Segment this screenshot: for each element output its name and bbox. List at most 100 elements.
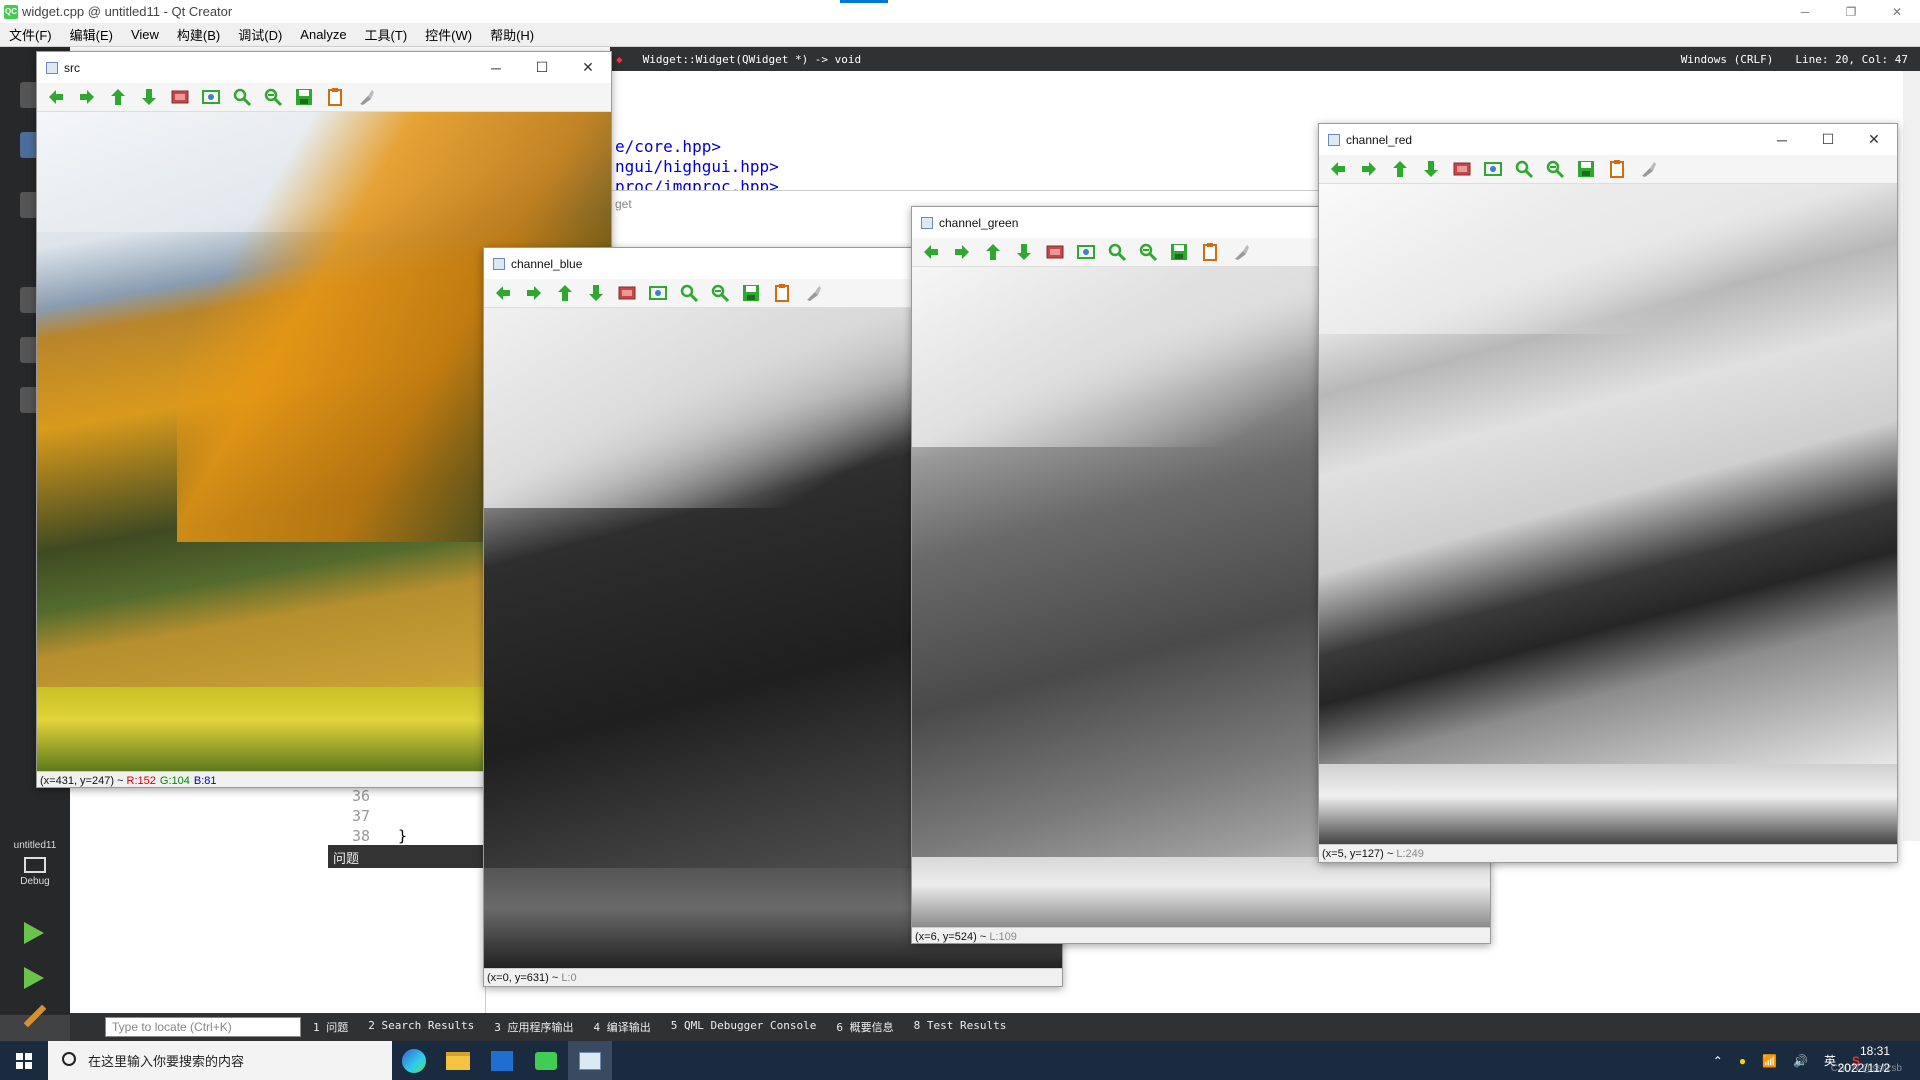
- pan-up-icon[interactable]: [105, 86, 130, 108]
- channel-red-window[interactable]: channel_red ─ ☐ ✕ (x=5, y=127) ~ L:249: [1318, 123, 1898, 863]
- zoom-in-icon[interactable]: [676, 282, 701, 304]
- pan-down-icon[interactable]: [136, 86, 161, 108]
- zoom-fit-icon[interactable]: [1073, 241, 1098, 263]
- src-titlebar[interactable]: src ─ ☐ ✕: [37, 52, 611, 83]
- menu-tools[interactable]: 工具(T): [356, 25, 417, 44]
- security-icon[interactable]: ●: [1739, 1054, 1746, 1068]
- zoom-out-icon[interactable]: [1542, 158, 1567, 180]
- windows-start-icon[interactable]: [16, 1053, 32, 1069]
- maximize-button[interactable]: ☐: [519, 52, 565, 83]
- save-icon[interactable]: [291, 86, 316, 108]
- pick-icon[interactable]: [353, 86, 378, 108]
- properties-icon[interactable]: [769, 282, 794, 304]
- pan-up-icon[interactable]: [980, 241, 1005, 263]
- window-icon: [46, 61, 58, 74]
- tab-compile-output[interactable]: 4 编译输出: [593, 1019, 650, 1035]
- taskbar-search[interactable]: 在这里输入你要搜索的内容: [48, 1041, 392, 1080]
- zoom-fit-icon[interactable]: [645, 282, 670, 304]
- menu-view[interactable]: View: [122, 27, 168, 42]
- pan-up-icon[interactable]: [552, 282, 577, 304]
- menu-controls[interactable]: 控件(W): [416, 25, 481, 44]
- zoom-out-icon[interactable]: [707, 282, 732, 304]
- minimize-button[interactable]: ─: [1759, 124, 1805, 155]
- tab-issues[interactable]: 1 问题: [313, 1019, 348, 1035]
- pick-icon[interactable]: [1228, 241, 1253, 263]
- volume-icon[interactable]: 🔊: [1793, 1054, 1808, 1068]
- properties-icon[interactable]: [1197, 241, 1222, 263]
- zoom-out-icon[interactable]: [1135, 241, 1160, 263]
- zoom-in-icon[interactable]: [229, 86, 254, 108]
- file-explorer-icon[interactable]: [436, 1041, 480, 1080]
- line-ending-selector[interactable]: Windows (CRLF): [1681, 53, 1774, 66]
- zoom-actual-icon[interactable]: [1449, 158, 1474, 180]
- pick-icon[interactable]: [1635, 158, 1660, 180]
- pan-down-icon[interactable]: [1418, 158, 1443, 180]
- pan-down-icon[interactable]: [1011, 241, 1036, 263]
- red-titlebar[interactable]: channel_red ─ ☐ ✕: [1319, 124, 1897, 155]
- locate-input[interactable]: Type to locate (Ctrl+K): [105, 1017, 301, 1037]
- zoom-fit-icon[interactable]: [1480, 158, 1505, 180]
- menu-debug[interactable]: 调试(D): [229, 25, 291, 44]
- close-button[interactable]: ✕: [1874, 0, 1920, 23]
- debug-run-icon[interactable]: [24, 967, 44, 989]
- code-line[interactable]: ngui/highgui.hpp>: [615, 157, 779, 176]
- menu-help[interactable]: 帮助(H): [481, 25, 543, 44]
- qt-creator-taskbar-icon[interactable]: [524, 1041, 568, 1080]
- tab-test-results[interactable]: 8 Test Results: [914, 1019, 1007, 1035]
- function-selector[interactable]: Widget::Widget(QWidget *) -> void: [643, 53, 862, 66]
- save-icon[interactable]: [1166, 241, 1191, 263]
- menu-edit[interactable]: 编辑(E): [61, 25, 122, 44]
- zoom-actual-icon[interactable]: [167, 86, 192, 108]
- tab-qml-debugger[interactable]: 5 QML Debugger Console: [671, 1019, 817, 1035]
- restore-button[interactable]: ❐: [1828, 0, 1874, 23]
- status-position: (x=5, y=127) ~: [1322, 847, 1394, 860]
- zoom-in-icon[interactable]: [1511, 158, 1536, 180]
- close-button[interactable]: ✕: [1851, 124, 1897, 155]
- zoom-out-icon[interactable]: [260, 86, 285, 108]
- code-line[interactable]: e/core.hpp>: [615, 137, 721, 156]
- tab-app-output[interactable]: 3 应用程序输出: [494, 1019, 573, 1035]
- highgui-taskbar-icon[interactable]: [568, 1041, 612, 1080]
- menu-build[interactable]: 构建(B): [168, 25, 229, 44]
- pan-left-icon[interactable]: [43, 86, 68, 108]
- menu-file[interactable]: 文件(F): [0, 25, 61, 44]
- properties-icon[interactable]: [1604, 158, 1629, 180]
- zoom-fit-icon[interactable]: [198, 86, 223, 108]
- tab-search-results[interactable]: 2 Search Results: [368, 1019, 474, 1035]
- pan-up-icon[interactable]: [1387, 158, 1412, 180]
- pan-left-icon[interactable]: [918, 241, 943, 263]
- maximize-button[interactable]: ☐: [1805, 124, 1851, 155]
- pan-right-icon[interactable]: [949, 241, 974, 263]
- zoom-actual-icon[interactable]: [614, 282, 639, 304]
- kit-mode: Debug: [20, 876, 50, 887]
- pan-left-icon[interactable]: [490, 282, 515, 304]
- show-hidden-icons-icon[interactable]: ⌃: [1713, 1054, 1723, 1068]
- red-title: channel_red: [1346, 132, 1413, 147]
- save-icon[interactable]: [1573, 158, 1598, 180]
- tab-general-messages[interactable]: 6 概要信息: [836, 1019, 893, 1035]
- minimize-button[interactable]: ─: [473, 52, 519, 83]
- save-icon[interactable]: [738, 282, 763, 304]
- closing-brace[interactable]: }: [398, 827, 407, 845]
- edge-icon[interactable]: [392, 1041, 436, 1080]
- editor-scrollbar[interactable]: [1903, 71, 1920, 841]
- pan-right-icon[interactable]: [521, 282, 546, 304]
- zoom-in-icon[interactable]: [1104, 241, 1129, 263]
- kit-selector[interactable]: untitled11 Debug: [0, 840, 70, 887]
- issues-pane-header[interactable]: 问题: [328, 845, 486, 868]
- pan-left-icon[interactable]: [1325, 158, 1350, 180]
- pan-right-icon[interactable]: [74, 86, 99, 108]
- red-image[interactable]: [1319, 184, 1897, 844]
- menu-analyze[interactable]: Analyze: [291, 27, 355, 42]
- close-button[interactable]: ✕: [565, 52, 611, 83]
- media-app-icon[interactable]: [480, 1041, 524, 1080]
- run-icon[interactable]: [24, 922, 44, 944]
- pan-down-icon[interactable]: [583, 282, 608, 304]
- zoom-actual-icon[interactable]: [1042, 241, 1067, 263]
- network-icon[interactable]: 📶: [1762, 1054, 1777, 1068]
- pick-icon[interactable]: [800, 282, 825, 304]
- pan-right-icon[interactable]: [1356, 158, 1381, 180]
- build-hammer-icon[interactable]: [23, 1004, 47, 1028]
- minimize-button[interactable]: ─: [1782, 0, 1828, 23]
- properties-icon[interactable]: [322, 86, 347, 108]
